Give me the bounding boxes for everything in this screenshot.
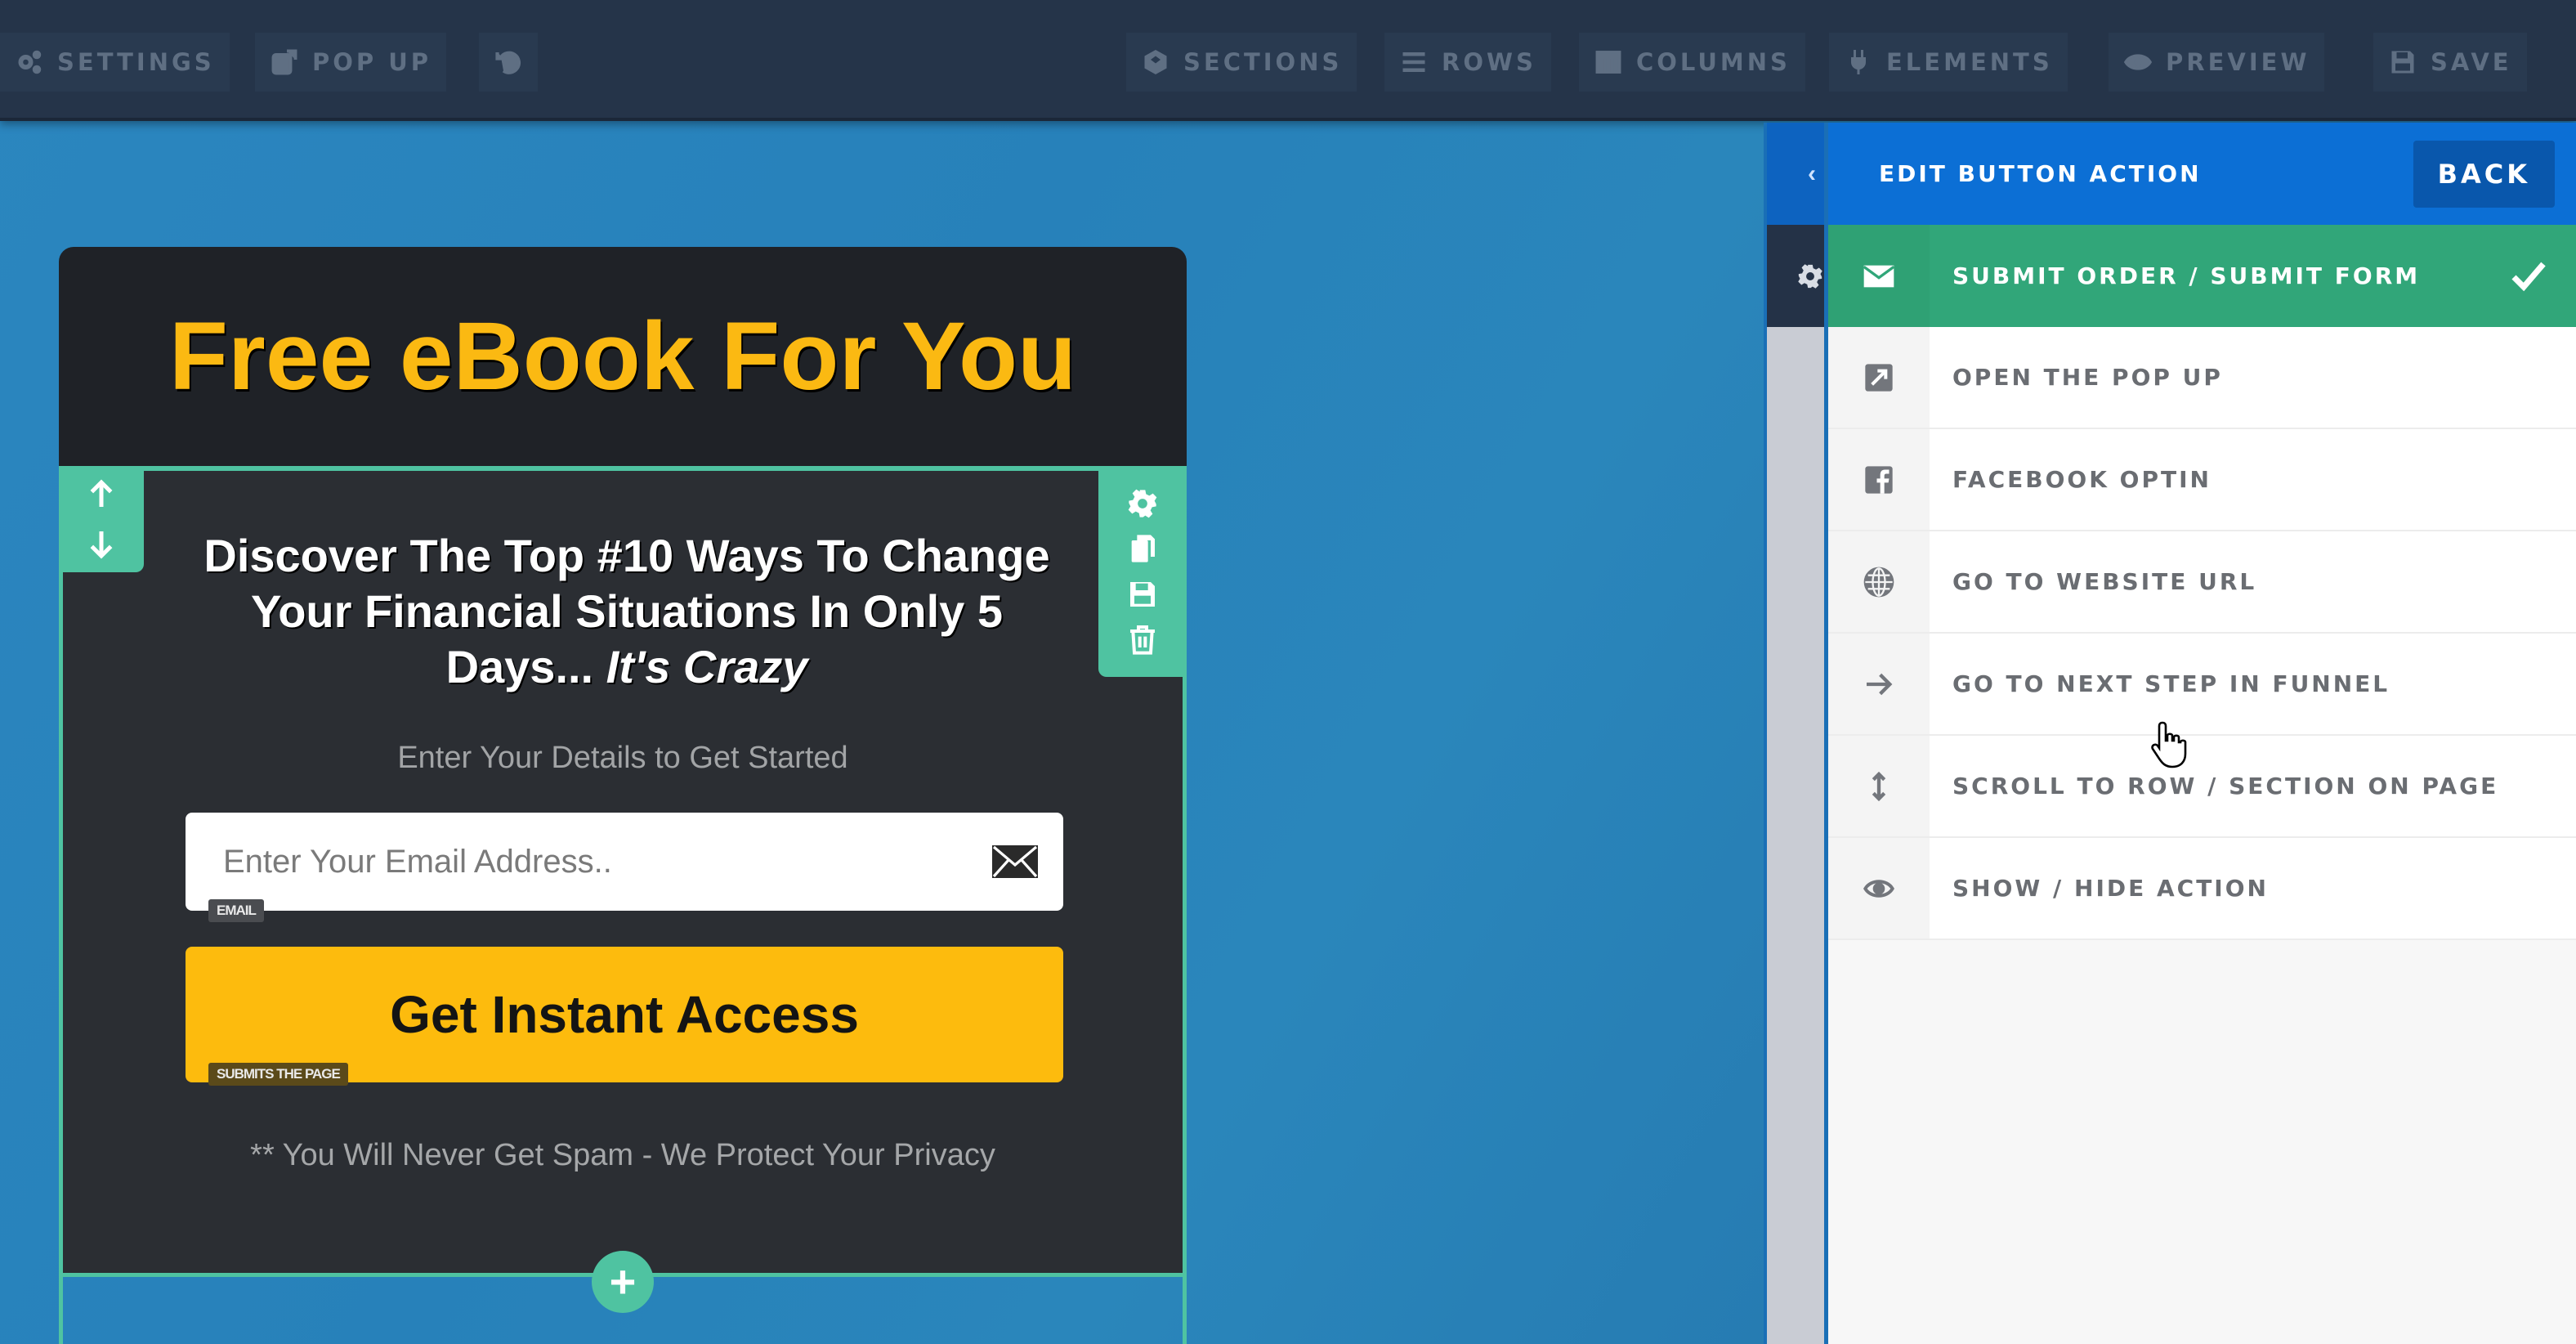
plug-icon xyxy=(1850,50,1867,74)
action-label: GO TO NEXT STEP IN FUNNEL xyxy=(1952,670,2390,697)
action-label: OPEN THE POP UP xyxy=(1952,364,2223,391)
submits-page-tag: SUBMITS THE PAGE xyxy=(208,1063,348,1086)
save-button[interactable]: SAVE xyxy=(2373,33,2527,92)
action-label: GO TO WEBSITE URL xyxy=(1952,568,2257,595)
arrow-down-icon[interactable] xyxy=(85,527,118,560)
sections-button[interactable]: SECTIONS xyxy=(1126,33,1357,92)
row-action-controls xyxy=(1098,466,1187,677)
strip-settings-tab[interactable] xyxy=(1767,225,1826,327)
action-facebook-optin[interactable]: FACEBOOK OPTIN xyxy=(1828,429,2576,531)
columns-icon xyxy=(1595,51,1621,74)
copy-icon[interactable] xyxy=(1126,532,1159,565)
action-label: FACEBOOK OPTIN xyxy=(1952,466,2212,493)
eye-icon xyxy=(2123,54,2153,70)
sections-label: SECTIONS xyxy=(1183,48,1343,76)
cube-icon xyxy=(1144,50,1167,74)
collapse-chevron-icon[interactable]: ‹ xyxy=(1767,123,1826,225)
undo-icon xyxy=(495,51,521,74)
email-placeholder: Enter Your Email Address.. xyxy=(223,843,612,880)
privacy-text[interactable]: ** You Will Never Get Spam - We Protect … xyxy=(63,1138,1183,1173)
external-link-icon xyxy=(1865,363,1893,392)
gear-icon[interactable] xyxy=(1126,487,1159,520)
optin-card: Free eBook For You Discover The Top #10 … xyxy=(59,247,1187,1277)
envelope-icon xyxy=(992,845,1038,878)
card-header-section[interactable]: Free eBook For You xyxy=(59,247,1187,466)
plus-icon: + xyxy=(609,1256,637,1307)
globe-icon xyxy=(1863,567,1894,597)
back-button[interactable]: BACK xyxy=(2413,140,2555,208)
columns-label: COLUMNS xyxy=(1636,48,1791,76)
edit-button-action-panel: EDIT BUTTON ACTION BACK SUBMIT ORDER / S… xyxy=(1824,123,2576,1344)
action-show-hide[interactable]: SHOW / HIDE ACTION xyxy=(1828,838,2576,940)
rows-button[interactable]: ROWS xyxy=(1384,33,1551,92)
checkmark-icon xyxy=(2511,262,2546,292)
panel-header: EDIT BUTTON ACTION BACK xyxy=(1828,123,2576,225)
top-toolbar: SETTINGS POP UP SECTIONS ROWS COLUMNS EL… xyxy=(0,0,2576,121)
trash-icon[interactable] xyxy=(1126,623,1159,656)
action-go-to-website-url[interactable]: GO TO WEBSITE URL xyxy=(1828,531,2576,634)
subheadline-text[interactable]: Enter Your Details to Get Started xyxy=(63,741,1183,776)
elements-button[interactable]: ELEMENTS xyxy=(1829,33,2068,92)
vertical-arrows-icon xyxy=(1872,771,1886,801)
rows-label: ROWS xyxy=(1442,48,1536,76)
arrow-right-icon xyxy=(1867,673,1893,695)
action-label: SHOW / HIDE ACTION xyxy=(1952,875,2269,902)
floppy-icon xyxy=(2391,51,2414,74)
rows-icon xyxy=(1402,52,1425,72)
save-label: SAVE xyxy=(2431,48,2512,76)
popup-label: POP UP xyxy=(312,48,432,76)
action-scroll-to-row[interactable]: SCROLL TO ROW / SECTION ON PAGE xyxy=(1828,736,2576,838)
save-icon[interactable] xyxy=(1126,578,1159,611)
columns-button[interactable]: COLUMNS xyxy=(1579,33,1805,92)
preview-button[interactable]: PREVIEW xyxy=(2109,33,2325,92)
row-move-controls xyxy=(59,466,144,572)
gears-icon xyxy=(18,50,42,74)
settings-button[interactable]: SETTINGS xyxy=(0,33,230,92)
arrow-up-icon[interactable] xyxy=(85,478,118,511)
settings-label: SETTINGS xyxy=(57,48,215,76)
action-label: SUBMIT ORDER / SUBMIT FORM xyxy=(1952,262,2421,289)
external-edit-icon xyxy=(271,49,297,75)
undo-button[interactable] xyxy=(479,33,538,92)
add-row-button[interactable]: + xyxy=(592,1251,654,1313)
envelope-icon xyxy=(1863,265,1895,287)
background-settings-strip: ‹ xyxy=(1764,123,1826,1344)
panel-title: EDIT BUTTON ACTION xyxy=(1879,160,2202,187)
email-input[interactable]: Enter Your Email Address.. xyxy=(186,813,1063,911)
headline-text[interactable]: Discover The Top #10 Ways To Change Your… xyxy=(194,528,1060,695)
popup-button[interactable]: POP UP xyxy=(255,33,447,92)
elements-label: ELEMENTS xyxy=(1886,48,2053,76)
gear-icon xyxy=(1798,263,1822,289)
eye-icon xyxy=(1863,879,1894,898)
card-title[interactable]: Free eBook For You xyxy=(169,301,1076,412)
action-label: SCROLL TO ROW / SECTION ON PAGE xyxy=(1952,773,2499,800)
email-field-tag: EMAIL xyxy=(208,899,264,922)
preview-label: PREVIEW xyxy=(2166,48,2310,76)
action-submit-order[interactable]: SUBMIT ORDER / SUBMIT FORM xyxy=(1828,225,2576,327)
action-go-to-next-step[interactable]: GO TO NEXT STEP IN FUNNEL xyxy=(1828,634,2576,736)
card-body-row[interactable]: Discover The Top #10 Ways To Change Your… xyxy=(59,466,1187,1277)
action-open-popup[interactable]: OPEN THE POP UP xyxy=(1828,327,2576,429)
hand-cursor-icon xyxy=(2151,721,2187,768)
headline-italic: It's Crazy xyxy=(606,641,808,692)
facebook-icon xyxy=(1865,465,1893,494)
